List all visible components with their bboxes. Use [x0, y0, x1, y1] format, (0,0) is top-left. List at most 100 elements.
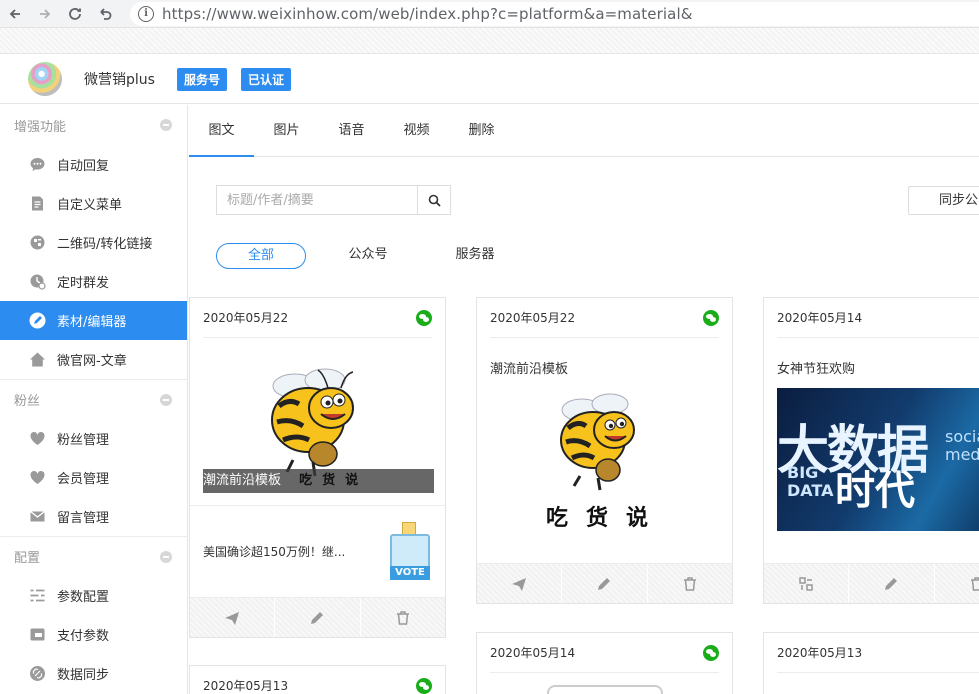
tab-news[interactable]: 图文	[189, 105, 254, 157]
clock-send-icon	[29, 273, 46, 290]
sync-button[interactable]	[764, 564, 850, 603]
sidebar-item-fans-manage[interactable]: 粉丝管理	[0, 419, 187, 458]
sidebar-item-website-article[interactable]: 微官网-文章	[0, 340, 187, 379]
send-button[interactable]	[477, 564, 563, 603]
material-card[interactable]: 2020年05月14	[476, 632, 733, 694]
material-card[interactable]: 2020年05月14 女神节狂欢购 大数据 BIG DATA 时代 social…	[763, 297, 979, 604]
account-avatar	[28, 62, 62, 96]
cover-brand-text: 吃货说	[546, 506, 667, 531]
card-date: 2020年05月22	[490, 311, 576, 325]
material-card[interactable]: 2020年05月22 潮流前沿模板 吃货说 美国确诊超150万例！继... VO…	[189, 297, 446, 638]
back-arrow-icon[interactable]	[0, 0, 30, 28]
chat-bubble-icon	[29, 156, 46, 173]
cover-text-social: social medi	[945, 427, 979, 464]
bee-mascot-icon	[560, 393, 635, 491]
grid-sync-icon	[799, 576, 813, 591]
sidebar-section-label: 配置	[14, 551, 41, 566]
search-box	[216, 185, 451, 215]
account-name: 微营销plus	[84, 72, 155, 88]
vote-box-image: VOTE	[388, 521, 432, 582]
edit-button[interactable]	[275, 598, 361, 637]
collapse-icon[interactable]	[160, 393, 172, 406]
sub-article-title: 美国确诊超150万例！继...	[203, 545, 346, 559]
mail-icon	[29, 508, 46, 525]
pencil-icon	[598, 577, 611, 590]
card-actions	[477, 563, 732, 603]
material-card[interactable]: 2020年05月13	[189, 665, 446, 694]
sidebar-section-fans[interactable]: 粉丝	[0, 379, 187, 419]
search-icon	[428, 194, 441, 207]
material-card[interactable]: 2020年05月22 潮流前沿模板 吃货说	[476, 297, 733, 604]
wechat-icon	[703, 309, 719, 326]
sidebar-item-param-config[interactable]: 参数配置	[0, 576, 187, 615]
site-info-icon[interactable]: i	[138, 5, 154, 22]
search-button[interactable]	[417, 186, 450, 214]
tab-deleted[interactable]: 删除	[449, 105, 514, 156]
page-top-strip	[0, 28, 979, 54]
paper-plane-icon	[225, 611, 240, 625]
delete-button[interactable]	[361, 598, 445, 637]
address-bar[interactable]: i https://www.weixinhow.com/web/index.ph…	[130, 1, 979, 26]
sidebar-section-label: 增强功能	[14, 119, 67, 135]
pencil-icon	[885, 577, 898, 590]
filter-all[interactable]: 全部	[216, 243, 306, 269]
sidebar-item-qrcode[interactable]: 二维码/转化链接	[0, 223, 187, 262]
card-sub-article[interactable]: 美国确诊超150万例！继... VOTE	[190, 505, 445, 597]
paper-plane-icon	[512, 577, 527, 591]
sidebar-item-member-manage[interactable]: 会员管理	[0, 458, 187, 497]
sidebar-item-label: 会员管理	[57, 472, 110, 487]
sidebar-section-enhance[interactable]: 增强功能	[0, 105, 187, 145]
cover-text-era: 时代	[835, 468, 915, 514]
sync-button[interactable]: 同步公	[908, 186, 979, 215]
sidebar-item-label: 微官网-文章	[57, 354, 127, 369]
reload-icon[interactable]	[60, 0, 90, 28]
forward-arrow-icon[interactable]	[30, 0, 60, 28]
list-settings-icon	[29, 587, 46, 604]
qrcode-link-icon	[29, 234, 46, 251]
sidebar-item-label: 支付参数	[57, 629, 110, 644]
tab-image[interactable]: 图片	[254, 105, 319, 156]
card-cover-image: 吃货说	[490, 380, 721, 531]
card-title: 女神节狂欢购	[777, 362, 856, 377]
delete-button[interactable]	[648, 564, 732, 603]
edit-button[interactable]	[849, 564, 935, 603]
sidebar-item-material-editor[interactable]: 素材/编辑器	[0, 301, 187, 340]
sidebar-section-config[interactable]: 配置	[0, 536, 187, 576]
send-button[interactable]	[190, 598, 276, 637]
edit-button[interactable]	[562, 564, 648, 603]
card-header: 2020年05月22	[490, 298, 719, 338]
material-card[interactable]: 2020年05月13	[763, 632, 979, 694]
sync-link-icon	[29, 665, 46, 682]
card-cover-image: 大数据 BIG DATA 时代 social medi	[777, 388, 979, 531]
wechat-icon	[416, 309, 432, 326]
heart-icon	[29, 430, 46, 447]
filter-official-account[interactable]: 公众号	[323, 243, 413, 269]
filter-server[interactable]: 服务器	[430, 243, 520, 269]
delete-button[interactable]	[935, 564, 979, 603]
wechat-icon	[416, 677, 432, 694]
tab-video[interactable]: 视频	[384, 105, 449, 156]
tab-voice[interactable]: 语音	[319, 105, 384, 156]
card-header: 2020年05月13	[203, 666, 432, 694]
sidebar-item-data-sync[interactable]: 数据同步	[0, 654, 187, 693]
card-date: 2020年05月14	[777, 311, 863, 325]
url-text: https://www.weixinhow.com/web/index.php?…	[162, 4, 693, 23]
search-input[interactable]	[217, 186, 417, 214]
sidebar-item-custom-menu[interactable]: 自定义菜单	[0, 184, 187, 223]
card-header: 2020年05月22	[203, 298, 432, 338]
collapse-icon[interactable]	[160, 550, 172, 563]
card-header: 2020年05月14	[777, 298, 979, 338]
sidebar-item-auto-reply[interactable]: 自动回复	[0, 145, 187, 184]
cover-brand-text: 吃货说	[299, 473, 369, 488]
sidebar-item-payment-params[interactable]: 支付参数	[0, 615, 187, 654]
account-header: 微营销plus 服务号 已认证	[0, 55, 979, 104]
sidebar-item-label: 留言管理	[57, 511, 110, 526]
undo-icon[interactable]	[90, 0, 120, 28]
pencil-icon	[29, 312, 46, 329]
sidebar-item-message-manage[interactable]: 留言管理	[0, 497, 187, 536]
sidebar-item-label: 二维码/转化链接	[57, 237, 153, 252]
sidebar-item-scheduled-send[interactable]: 定时群发	[0, 262, 187, 301]
browser-toolbar: i https://www.weixinhow.com/web/index.ph…	[0, 0, 979, 28]
collapse-icon[interactable]	[160, 119, 172, 131]
wechat-icon	[703, 644, 719, 661]
